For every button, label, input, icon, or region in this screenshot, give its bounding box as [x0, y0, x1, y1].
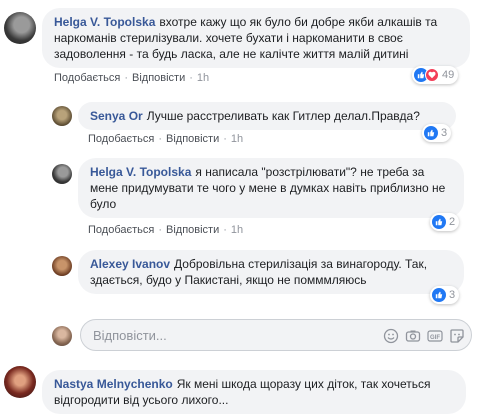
- svg-text:GIF: GIF: [430, 335, 440, 341]
- comment-bubble: Helga V. Topolska я написала "розстрілюва…: [78, 158, 464, 218]
- reaction-count: 49: [442, 69, 455, 81]
- comment-text: Лучше расстреливать как Гитлер делал.Пра…: [146, 109, 420, 123]
- current-user-avatar: [52, 326, 72, 346]
- comment-actions: Подобається · Відповісти · 1h: [54, 72, 210, 84]
- avatar[interactable]: [52, 106, 72, 126]
- avatar[interactable]: [4, 12, 36, 44]
- comment-bubble: Alexey Ivanov Добровільна стерилізація за…: [78, 250, 464, 294]
- reactions-badge[interactable]: 2: [430, 213, 460, 231]
- comment-author[interactable]: Alexey Ivanov: [90, 257, 170, 271]
- comment-author[interactable]: Nastya Melnychenko: [54, 377, 173, 391]
- reply-link[interactable]: Відповісти: [166, 133, 219, 145]
- emoji-icon[interactable]: [383, 328, 399, 344]
- reaction-count: 3: [441, 127, 448, 139]
- gif-icon[interactable]: GIF: [427, 328, 443, 344]
- comment-bubble: Senya Or Лучше расстреливать как Гитлер д…: [78, 102, 456, 130]
- avatar[interactable]: [52, 164, 72, 184]
- like-link[interactable]: Подобається: [88, 133, 154, 145]
- comment-bubble: Nastya Melnychenko Як мені шкода щоразу ц…: [42, 370, 466, 414]
- sticker-icon[interactable]: [449, 328, 465, 344]
- like-link[interactable]: Подобається: [54, 72, 120, 84]
- reactions-badge[interactable]: 3: [430, 286, 460, 304]
- reactions-badge[interactable]: 49: [412, 66, 459, 84]
- comment-bubble: Helga V. Topolska вхотре кажу що як було …: [42, 8, 470, 68]
- reply-placeholder: Відповісти...: [93, 328, 167, 343]
- avatar[interactable]: [4, 366, 36, 398]
- reply-link[interactable]: Відповісти: [166, 224, 219, 236]
- comment-author[interactable]: Senya Or: [90, 109, 143, 123]
- comment-time[interactable]: 1h: [231, 224, 243, 236]
- reply-input[interactable]: Відповісти... GIF: [80, 319, 472, 351]
- like-icon: [424, 126, 438, 140]
- comment-actions: Подобається · Відповісти · 1h: [88, 224, 244, 236]
- like-icon: [432, 288, 446, 302]
- comment-author[interactable]: Helga V. Topolska: [54, 15, 155, 29]
- like-link[interactable]: Подобається: [88, 224, 154, 236]
- comment-actions: Подобається · Відповісти · 1h: [88, 133, 244, 145]
- reaction-count: 3: [449, 289, 456, 301]
- comment-author[interactable]: Helga V. Topolska: [90, 165, 191, 179]
- comment-time[interactable]: 1h: [231, 133, 243, 145]
- reactions-badge[interactable]: 3: [422, 124, 452, 142]
- camera-icon[interactable]: [405, 328, 421, 344]
- avatar[interactable]: [52, 256, 72, 276]
- love-icon: [425, 68, 439, 82]
- reaction-count: 2: [449, 216, 456, 228]
- comment-time[interactable]: 1h: [197, 72, 209, 84]
- like-icon: [432, 215, 446, 229]
- reply-link[interactable]: Відповісти: [132, 72, 185, 84]
